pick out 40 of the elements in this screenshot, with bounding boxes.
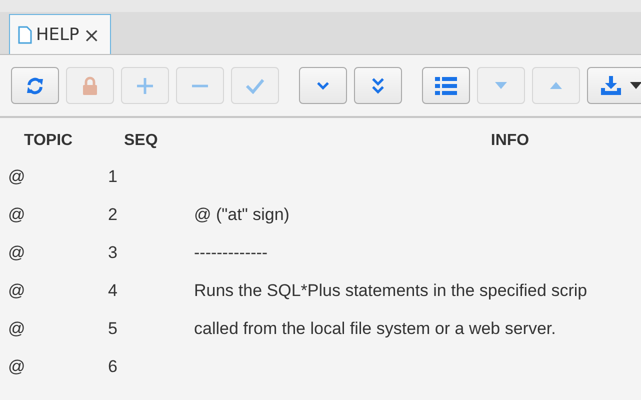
table-cell: Runs the SQL*Plus statements in the specified scrip — [194, 281, 588, 300]
toolbar-button[interactable] — [299, 67, 347, 104]
table-cell: 3 — [108, 243, 118, 262]
triangle-down-icon — [495, 82, 507, 89]
table-cell: 6 — [108, 357, 118, 376]
caret-icon — [630, 82, 641, 89]
minus-icon — [191, 84, 209, 88]
download-icon — [600, 76, 622, 96]
refresh-icon — [25, 76, 45, 96]
table-cell: @ — [8, 319, 26, 338]
toolbar-button[interactable] — [422, 67, 470, 104]
table-cell: @ — [8, 205, 26, 224]
chevron-down-icon — [317, 82, 329, 90]
column-header: SEQ — [124, 132, 158, 149]
double-chevron-down-icon — [372, 78, 384, 94]
table-cell: @ — [8, 281, 26, 300]
lock-icon — [81, 76, 99, 96]
plus-icon — [136, 76, 154, 94]
table-cell: called from the local file system or a web server. — [194, 319, 556, 338]
tab[interactable]: HELP × — [9, 14, 112, 54]
table-cell: ------------- — [194, 243, 268, 262]
table-cell: @ — [8, 357, 26, 376]
toolbar-button[interactable] — [354, 67, 402, 104]
table-cell: 1 — [108, 167, 118, 186]
column-header: TOPIC — [24, 132, 73, 149]
table-cell: @ ("at" sign) — [194, 205, 290, 224]
close-button[interactable]: × — [83, 22, 100, 46]
toolbar-button[interactable] — [587, 67, 641, 104]
column-header: INFO — [490, 132, 530, 149]
triangle-up-icon — [550, 82, 562, 89]
toolbar-button[interactable] — [11, 67, 59, 104]
table-cell: @ — [8, 167, 26, 186]
list-icon — [435, 76, 457, 94]
check-icon — [245, 78, 265, 94]
table-cell: @ — [8, 243, 26, 262]
tab-label: HELP — [36, 24, 80, 44]
table-cell: 5 — [108, 319, 118, 338]
table-cell: 2 — [108, 205, 118, 224]
document-icon — [18, 26, 32, 44]
table-cell: 4 — [108, 281, 118, 300]
